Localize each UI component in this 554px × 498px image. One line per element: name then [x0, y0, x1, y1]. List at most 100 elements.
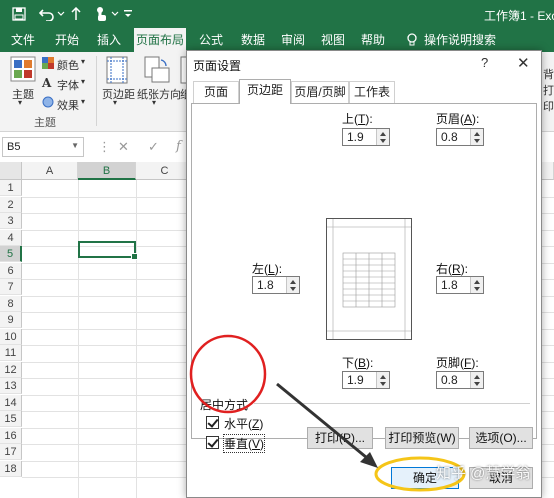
- colors-icon[interactable]: [42, 57, 54, 72]
- tab-page-layout[interactable]: 页面布局: [134, 28, 186, 52]
- header-margin-spinner[interactable]: 0.8: [436, 128, 484, 146]
- margins-dropdown-icon[interactable]: ▾: [113, 98, 117, 107]
- effects-icon[interactable]: [42, 96, 54, 111]
- themes-icon[interactable]: [10, 56, 36, 85]
- active-cell-b5[interactable]: [78, 241, 138, 260]
- vertical-checkbox[interactable]: [206, 436, 219, 449]
- spin-up-icon[interactable]: [474, 280, 480, 284]
- confirm-entry-icon[interactable]: ✓: [148, 139, 159, 155]
- column-header-b[interactable]: B: [78, 162, 136, 180]
- footer-margin-spinner[interactable]: 0.8: [436, 371, 484, 389]
- spin-up-icon[interactable]: [380, 132, 386, 136]
- orientation-icon[interactable]: [144, 56, 170, 87]
- left-margin-value[interactable]: 1.8: [257, 278, 274, 292]
- spin-down-icon[interactable]: [380, 139, 386, 143]
- left-margin-spinner[interactable]: 1.8: [252, 276, 300, 294]
- touch-mode-dropdown-icon[interactable]: [110, 5, 120, 23]
- select-all-corner[interactable]: [0, 162, 22, 180]
- right-margin-value[interactable]: 1.8: [441, 278, 458, 292]
- options-button[interactable]: 选项(O)...: [469, 427, 533, 449]
- row-header[interactable]: 2: [0, 196, 22, 213]
- close-button[interactable]: ✕: [517, 54, 530, 72]
- row-header[interactable]: 8: [0, 295, 22, 312]
- tab-help[interactable]: 帮助: [358, 28, 388, 52]
- orientation-button-label[interactable]: 纸张方向: [137, 86, 181, 102]
- colors-button-label[interactable]: 颜色: [57, 57, 79, 73]
- spin-up-icon[interactable]: [290, 280, 296, 284]
- spin-up-icon[interactable]: [380, 375, 386, 379]
- right-margin-spinner[interactable]: 1.8: [436, 276, 484, 294]
- row-header[interactable]: 4: [0, 229, 22, 246]
- spin-up-icon[interactable]: [474, 375, 480, 379]
- row-header[interactable]: 13: [0, 378, 22, 394]
- print-titles-button-label[interactable]: 打: [543, 82, 554, 98]
- effects-button-label[interactable]: 效果: [57, 97, 79, 113]
- row-header[interactable]: 16: [0, 427, 22, 444]
- dialog-tab-header-footer[interactable]: 页眉/页脚: [291, 81, 349, 103]
- row-header[interactable]: 11: [0, 345, 22, 361]
- margins-icon[interactable]: [106, 56, 128, 87]
- insert-function-icon[interactable]: f: [176, 139, 181, 154]
- spin-up-icon[interactable]: [474, 132, 480, 136]
- undo-icon[interactable]: [38, 5, 56, 23]
- undo-dropdown-icon[interactable]: [56, 5, 66, 23]
- vertical-label[interactable]: 垂直(V): [222, 434, 266, 453]
- row-header[interactable]: 17: [0, 444, 22, 460]
- colors-dropdown-icon[interactable]: ▾: [81, 57, 85, 66]
- tab-view[interactable]: 视图: [318, 28, 348, 52]
- customize-toolbar-icon[interactable]: [122, 5, 134, 23]
- name-box-dropdown-icon[interactable]: ▼: [71, 141, 79, 150]
- row-header[interactable]: 3: [0, 213, 22, 229]
- header-margin-value[interactable]: 0.8: [441, 130, 458, 144]
- tab-home[interactable]: 开始: [52, 28, 82, 52]
- spin-down-icon[interactable]: [380, 382, 386, 386]
- themes-button-label[interactable]: 主题: [12, 86, 34, 102]
- row-header[interactable]: 15: [0, 411, 22, 427]
- redo-icon[interactable]: [68, 5, 84, 23]
- dialog-tab-sheet[interactable]: 工作表: [349, 81, 395, 103]
- print-button-label[interactable]: 印: [543, 98, 554, 114]
- touch-mode-icon[interactable]: [92, 5, 110, 23]
- tab-file[interactable]: 文件: [8, 28, 38, 52]
- spin-down-icon[interactable]: [474, 382, 480, 386]
- row-header[interactable]: 12: [0, 361, 22, 378]
- horizontal-label[interactable]: 水平(Z): [224, 415, 263, 432]
- dialog-tab-page[interactable]: 页面: [193, 81, 239, 103]
- themes-dropdown-icon[interactable]: ▾: [18, 98, 22, 107]
- tab-data[interactable]: 数据: [238, 28, 268, 52]
- row-header[interactable]: 10: [0, 328, 22, 345]
- print-button[interactable]: 打印(P)...: [307, 427, 373, 449]
- spin-down-icon[interactable]: [474, 287, 480, 291]
- bottom-margin-spinner[interactable]: 1.9: [342, 371, 390, 389]
- top-margin-spinner[interactable]: 1.9: [342, 128, 390, 146]
- tab-review[interactable]: 审阅: [278, 28, 308, 52]
- margins-button-label[interactable]: 页边距: [102, 86, 135, 102]
- effects-dropdown-icon[interactable]: ▾: [81, 97, 85, 106]
- spin-down-icon[interactable]: [290, 287, 296, 291]
- name-box[interactable]: B5 ▼: [2, 137, 84, 157]
- save-icon[interactable]: [10, 5, 28, 23]
- spin-down-icon[interactable]: [474, 139, 480, 143]
- background-button-label[interactable]: 背: [543, 66, 554, 82]
- row-header[interactable]: 6: [0, 262, 22, 279]
- row-header[interactable]: 18: [0, 460, 22, 477]
- print-preview-button[interactable]: 打印预览(W): [385, 427, 459, 449]
- tab-formulas[interactable]: 公式: [196, 28, 226, 52]
- row-header[interactable]: 9: [0, 312, 22, 328]
- row-header[interactable]: 1: [0, 180, 22, 196]
- dialog-tab-margins[interactable]: 页边距: [239, 79, 291, 104]
- tell-me-search[interactable]: 操作说明搜索: [424, 28, 496, 52]
- top-margin-value[interactable]: 1.9: [347, 130, 364, 144]
- cancel-entry-icon[interactable]: ✕: [118, 139, 129, 155]
- row-header[interactable]: 14: [0, 394, 22, 411]
- column-header-a[interactable]: A: [22, 162, 78, 180]
- footer-margin-value[interactable]: 0.8: [441, 373, 458, 387]
- row-header[interactable]: 5: [0, 246, 22, 262]
- horizontal-checkbox[interactable]: [206, 416, 219, 429]
- help-button[interactable]: ?: [481, 55, 488, 70]
- fonts-dropdown-icon[interactable]: ▾: [81, 77, 85, 86]
- orientation-dropdown-icon[interactable]: ▾: [152, 98, 156, 107]
- bottom-margin-value[interactable]: 1.9: [347, 373, 364, 387]
- fonts-button-label[interactable]: 字体: [57, 77, 79, 93]
- tab-insert[interactable]: 插入: [94, 28, 124, 52]
